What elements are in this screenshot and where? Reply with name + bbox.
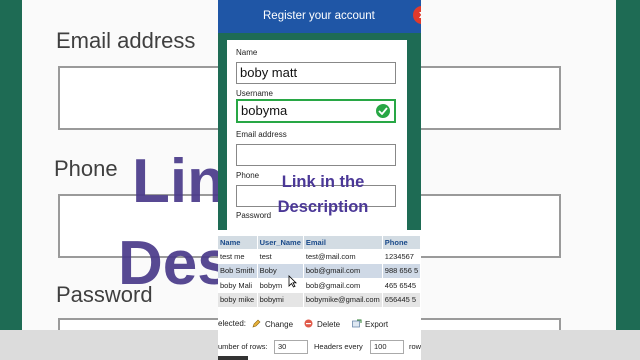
modal-header: Register your account x: [218, 0, 421, 33]
cell-name: boby mike: [218, 292, 258, 307]
selected-label: elected:: [218, 319, 247, 328]
table-header-row: Name User_Name Email Phone: [218, 236, 421, 249]
cell-email: bob@gmail.com: [303, 278, 383, 293]
rows-input[interactable]: 30: [274, 340, 308, 354]
headers-label: Headers every: [314, 342, 363, 351]
background-email-label: Email address: [56, 28, 196, 53]
background-overlay-top: Link: [132, 147, 218, 216]
cell-phone: 988 656 5: [382, 263, 421, 278]
background-right-box-2: [421, 194, 561, 258]
table-row[interactable]: Bob Smith Boby bob@gmail.com 988 656 5: [218, 263, 421, 278]
username-value: bobyma: [241, 103, 288, 118]
cell-name: test me: [218, 249, 258, 264]
username-input[interactable]: bobyma: [236, 99, 396, 123]
background-green-edge-right: [616, 0, 640, 360]
close-button[interactable]: x: [413, 6, 421, 24]
delete-label: Delete: [317, 320, 341, 329]
background-green-edge: [0, 0, 22, 360]
rows-tail-label: row: [409, 342, 421, 351]
cell-email: bobymike@gmail.com: [303, 292, 383, 307]
cell-name: boby Mali: [218, 278, 258, 293]
background-bottom-bar: [0, 330, 218, 360]
email-input[interactable]: [236, 144, 396, 166]
background-phone-label: Phone: [54, 156, 118, 181]
change-action[interactable]: Change: [252, 319, 293, 329]
export-icon: [352, 319, 362, 328]
email-label: Email address: [236, 130, 287, 139]
video-frame: Register your account x Name boby matt U…: [218, 0, 421, 360]
cell-phone: 1234567: [382, 249, 421, 264]
overlay-link-line1: Link in the: [281, 173, 365, 191]
cell-phone: 465 6545: [382, 278, 421, 293]
records-table: Name User_Name Email Phone test me test …: [218, 236, 421, 307]
column-name[interactable]: Name: [218, 236, 258, 249]
background-right-box-1: [421, 66, 561, 130]
database-table-panel: Name User_Name Email Phone test me test …: [218, 230, 421, 360]
headers-input[interactable]: 100: [370, 340, 404, 354]
rows-label: umber of rows:: [218, 342, 268, 351]
name-label: Name: [236, 48, 258, 57]
table-row[interactable]: boby mike bobymi bobymike@gmail.com 6564…: [218, 292, 421, 307]
delete-action[interactable]: Delete: [304, 319, 340, 329]
cell-user-name: test: [257, 249, 304, 264]
export-label: Export: [365, 320, 389, 329]
cell-name: Bob Smith: [218, 263, 258, 278]
delete-icon: [304, 319, 313, 328]
table-row[interactable]: test me test test@mail.com 1234567: [218, 249, 421, 264]
cell-email: test@mail.com: [303, 249, 383, 264]
table-row[interactable]: boby Mali bobym bob@gmail.com 465 6545: [218, 278, 421, 293]
background-overlay-bottom: Desc: [118, 229, 218, 298]
background-bottom-bar-right: [421, 330, 640, 360]
screen: Email address Phone Password Link Desc R…: [0, 0, 640, 360]
check-icon: [376, 104, 390, 118]
video-progress-strip: [218, 356, 248, 360]
column-phone[interactable]: Phone: [382, 236, 421, 249]
mouse-cursor-icon: [288, 275, 297, 293]
background-right: [421, 0, 640, 360]
change-label: Change: [265, 320, 294, 329]
pagination-bar: umber of rows: 30 Headers every 100 row: [218, 340, 421, 356]
selection-actions: elected: Change Delete Export: [218, 319, 421, 335]
name-input[interactable]: boby matt: [236, 62, 396, 84]
background-left: Email address Phone Password Link Desc: [0, 0, 218, 360]
cell-phone: 656445 5: [382, 292, 421, 307]
column-email[interactable]: Email: [303, 236, 383, 249]
username-label: Username: [236, 89, 273, 98]
background-form-right: [421, 0, 616, 348]
overlay-link-line2: Description: [277, 198, 369, 216]
pencil-icon: [252, 319, 261, 328]
background-email-box: [58, 66, 218, 130]
export-action[interactable]: Export: [352, 319, 388, 329]
cell-email: bob@gmail.com: [303, 263, 383, 278]
cell-user-name: bobymi: [257, 292, 304, 307]
modal-title: Register your account: [263, 10, 375, 22]
column-user-name[interactable]: User_Name: [257, 236, 304, 249]
